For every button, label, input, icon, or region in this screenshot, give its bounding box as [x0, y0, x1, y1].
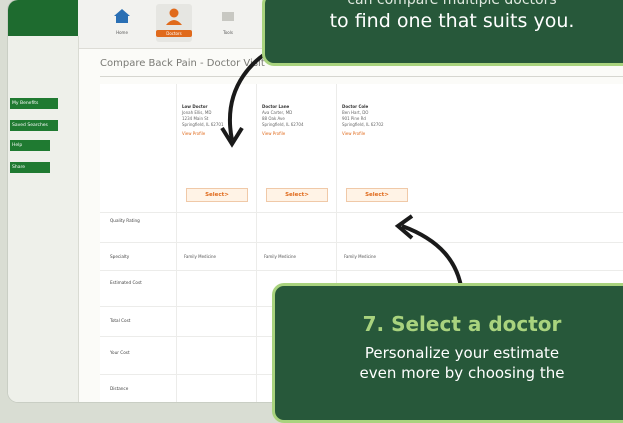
callout-top-line2: to find one that suits you.	[329, 10, 575, 32]
callout-body-line2: even more by choosing the	[359, 364, 565, 382]
callout-top-line1: can compare multiple doctors	[347, 0, 557, 8]
callout-body-line1: Personalize your estimate	[364, 344, 560, 362]
callout-select-doctor: 7. Select a doctor Personalize your esti…	[272, 283, 623, 423]
callout-step-title: 7. Select a doctor	[362, 312, 562, 336]
callout-compare: can compare multiple doctors to find one…	[262, 0, 623, 66]
